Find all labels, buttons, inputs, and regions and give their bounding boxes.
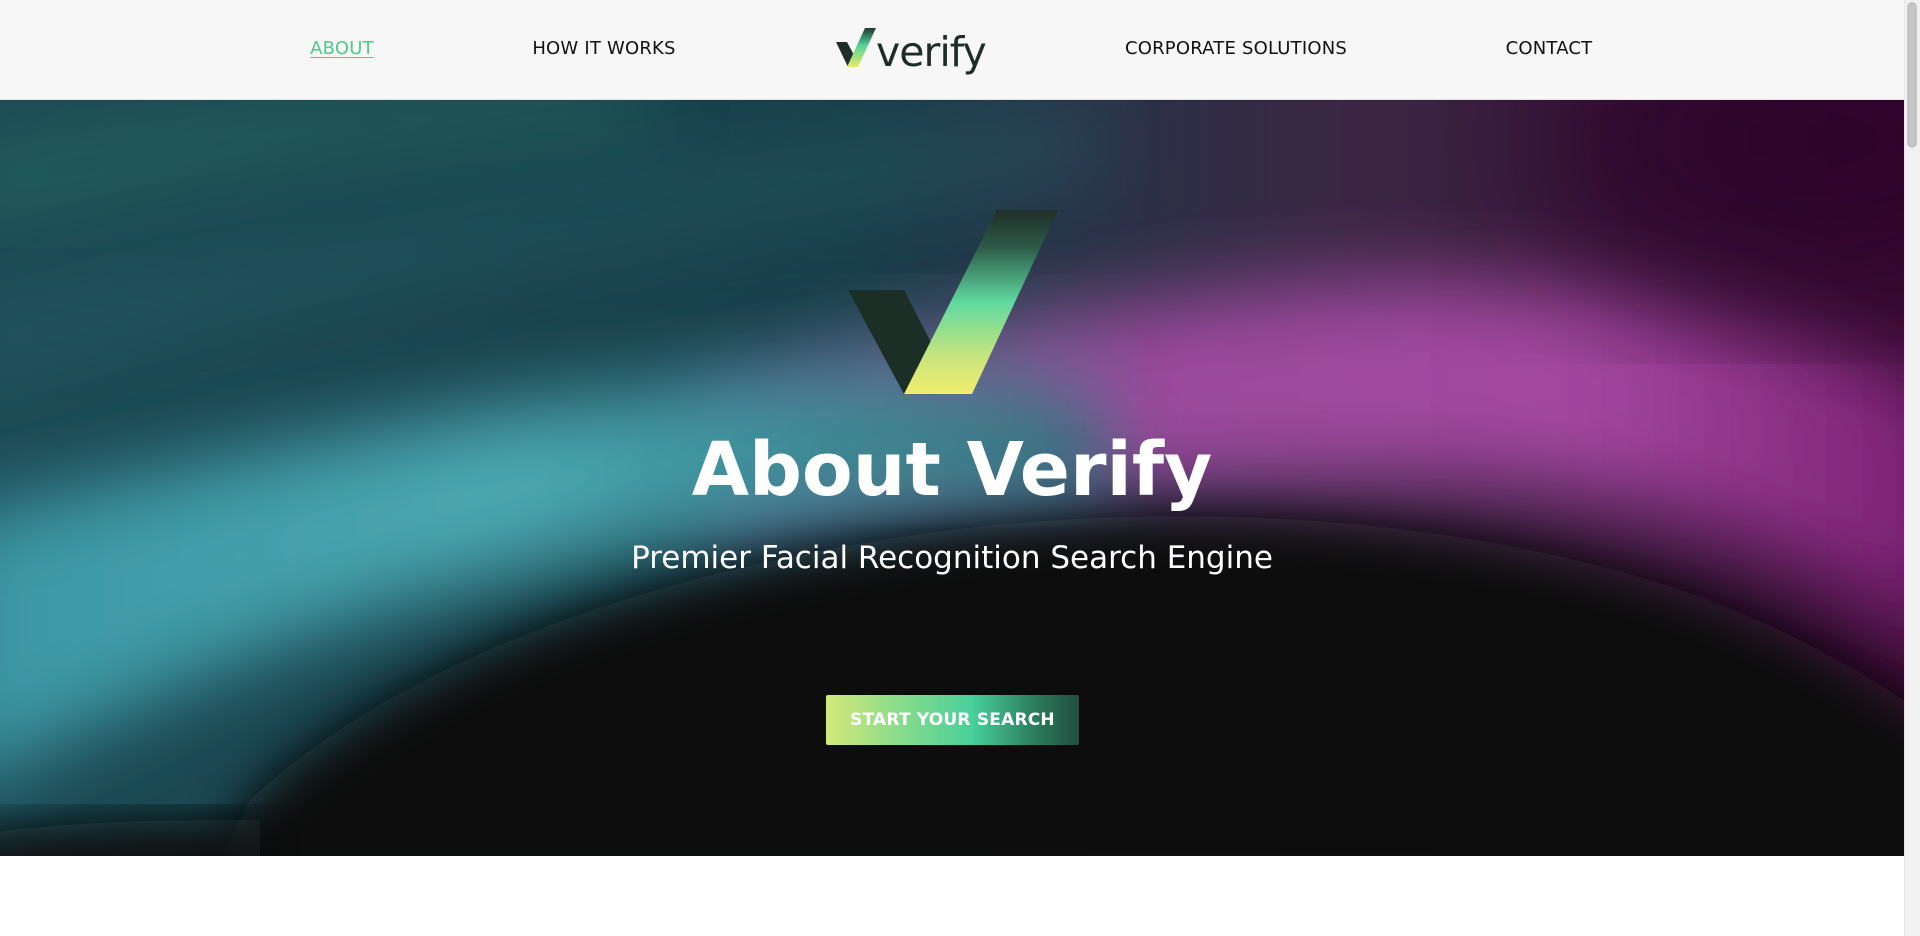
nav-link-about[interactable]: ABOUT — [310, 38, 374, 59]
hero-banner: About Verify Premier Facial Recognition … — [0, 100, 1904, 856]
nav-link-corporate-solutions[interactable]: CORPORATE SOLUTIONS — [1125, 38, 1347, 59]
page-scrollbar-thumb[interactable] — [1907, 2, 1917, 148]
top-navbar: ABOUT HOW IT WORKS verify CORPORATE SOLU… — [0, 0, 1904, 100]
nav-link-how-it-works[interactable]: HOW IT WORKS — [532, 38, 675, 59]
verify-check-logo-icon — [836, 28, 876, 67]
start-search-button[interactable]: START YOUR SEARCH — [826, 695, 1079, 745]
page-title: About Verify — [691, 427, 1213, 513]
logo-wordmark: verify — [876, 28, 987, 76]
site-logo[interactable]: verify — [836, 24, 987, 76]
hero-subtitle: Premier Facial Recognition Search Engine — [631, 540, 1273, 576]
verify-check-hero-icon — [848, 210, 1058, 394]
nav-link-contact[interactable]: CONTACT — [1506, 38, 1593, 59]
